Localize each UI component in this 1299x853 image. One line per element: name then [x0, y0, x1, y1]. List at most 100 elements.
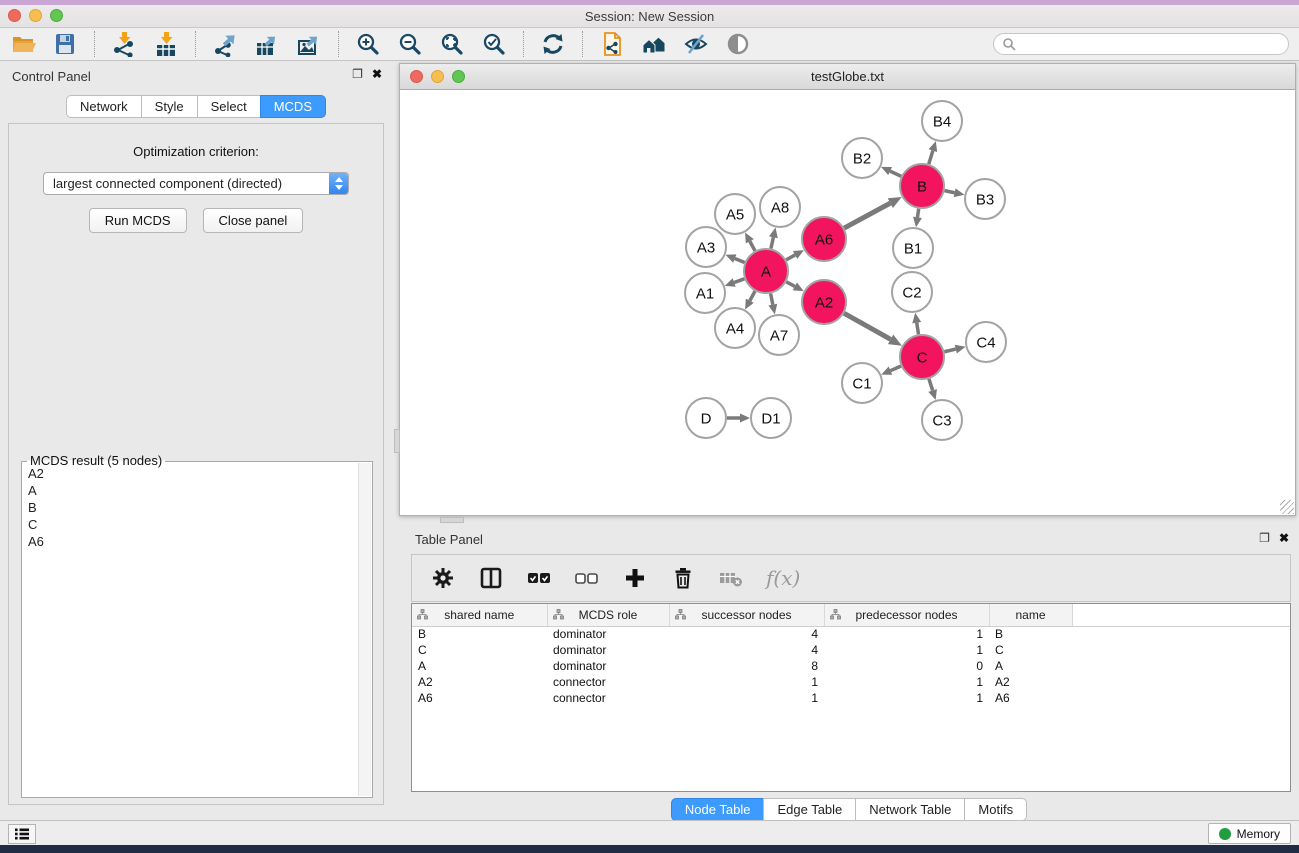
result-list-item[interactable]: C: [23, 516, 357, 533]
refresh-button[interactable]: [540, 31, 566, 57]
close-panel-icon[interactable]: ✖: [372, 68, 382, 80]
export-table-button[interactable]: [254, 31, 280, 57]
graph-node-C[interactable]: C: [900, 335, 944, 379]
network-minimize-button[interactable]: [431, 70, 444, 83]
tab-select[interactable]: Select: [197, 95, 261, 118]
network-zoom-button[interactable]: [452, 70, 465, 83]
select-all-checks-button[interactable]: [526, 565, 552, 591]
home-button[interactable]: [641, 31, 667, 57]
table-cell[interactable]: C: [989, 642, 1072, 658]
table-cell[interactable]: dominator: [547, 658, 669, 674]
tab-edge-table[interactable]: Edge Table: [763, 798, 856, 821]
float-panel-icon[interactable]: ❐: [352, 68, 363, 80]
result-list-item[interactable]: B: [23, 499, 357, 516]
graph-node-A1[interactable]: A1: [685, 273, 725, 313]
table-cell[interactable]: A2: [989, 674, 1072, 690]
zoom-fit-button[interactable]: [439, 31, 465, 57]
mcds-result-list[interactable]: A2ABCA6: [23, 465, 357, 796]
graph-node-D1[interactable]: D1: [751, 398, 791, 438]
table-cell[interactable]: connector: [547, 690, 669, 706]
hide-graphics-details-button[interactable]: [683, 31, 709, 57]
apply-function-button[interactable]: f(x): [766, 566, 800, 590]
table-cell[interactable]: C: [412, 642, 547, 658]
tab-network[interactable]: Network: [66, 95, 142, 118]
graph-node-B2[interactable]: B2: [842, 138, 882, 178]
close-window-button[interactable]: [8, 9, 21, 22]
table-cell[interactable]: 8: [669, 658, 824, 674]
close-panel-icon[interactable]: ✖: [1279, 532, 1289, 544]
graph-node-B4[interactable]: B4: [922, 101, 962, 141]
deselect-all-checks-button[interactable]: [574, 565, 600, 591]
table-cell[interactable]: 4: [669, 626, 824, 642]
show-task-history-button[interactable]: [8, 824, 36, 844]
table-cell[interactable]: 1: [669, 690, 824, 706]
graph-node-A2[interactable]: A2: [802, 280, 846, 324]
table-row[interactable]: Adominator80A: [412, 658, 1290, 674]
zoom-window-button[interactable]: [50, 9, 63, 22]
delete-table-button[interactable]: [718, 565, 744, 591]
table-cell[interactable]: A2: [412, 674, 547, 690]
tab-network-table[interactable]: Network Table: [855, 798, 965, 821]
zoom-out-button[interactable]: [397, 31, 423, 57]
table-cell[interactable]: B: [412, 626, 547, 642]
table-cell[interactable]: 1: [824, 674, 989, 690]
graph-node-C2[interactable]: C2: [892, 272, 932, 312]
table-cell[interactable]: 1: [824, 642, 989, 658]
table-row[interactable]: A2connector11A2: [412, 674, 1290, 690]
graph-node-C4[interactable]: C4: [966, 322, 1006, 362]
open-session-button[interactable]: [10, 31, 36, 57]
network-graph[interactable]: B4B2BB3A5A8A6B1A3AC2A1A2A4A7C4CC1C3DD1: [400, 90, 1295, 515]
table-cell[interactable]: dominator: [547, 626, 669, 642]
table-cell[interactable]: dominator: [547, 642, 669, 658]
network-close-button[interactable]: [410, 70, 423, 83]
table-cell[interactable]: connector: [547, 674, 669, 690]
graph-node-A7[interactable]: A7: [759, 315, 799, 355]
graph-node-D[interactable]: D: [686, 398, 726, 438]
graph-node-A8[interactable]: A8: [760, 187, 800, 227]
import-table-button[interactable]: [153, 31, 179, 57]
table-settings-button[interactable]: [430, 565, 456, 591]
zoom-in-button[interactable]: [355, 31, 381, 57]
run-mcds-button[interactable]: Run MCDS: [89, 208, 187, 233]
vertical-splitter-handle[interactable]: [394, 429, 400, 453]
import-network-button[interactable]: [111, 31, 137, 57]
minimize-window-button[interactable]: [29, 9, 42, 22]
graph-node-B1[interactable]: B1: [893, 228, 933, 268]
graph-node-A4[interactable]: A4: [715, 308, 755, 348]
float-panel-icon[interactable]: ❐: [1259, 532, 1270, 544]
table-cell[interactable]: 1: [824, 690, 989, 706]
table-row[interactable]: Cdominator41C: [412, 642, 1290, 658]
table-cell[interactable]: 1: [824, 626, 989, 642]
tab-style[interactable]: Style: [141, 95, 198, 118]
duplicate-network-button[interactable]: [599, 31, 625, 57]
column-header[interactable]: successor nodes: [669, 604, 824, 626]
table-cell[interactable]: A: [412, 658, 547, 674]
node-table[interactable]: shared nameMCDS rolesuccessor nodesprede…: [411, 603, 1291, 792]
graph-node-A6[interactable]: A6: [802, 217, 846, 261]
column-header[interactable]: name: [989, 604, 1072, 626]
save-session-button[interactable]: [52, 31, 78, 57]
result-list-item[interactable]: A6: [23, 533, 357, 550]
zoom-selected-button[interactable]: [481, 31, 507, 57]
table-cell[interactable]: 0: [824, 658, 989, 674]
memory-button[interactable]: Memory: [1208, 823, 1291, 844]
add-row-button[interactable]: [622, 565, 648, 591]
criterion-dropdown[interactable]: largest connected component (directed): [43, 172, 349, 195]
delete-rows-button[interactable]: [670, 565, 696, 591]
graph-node-A[interactable]: A: [744, 249, 788, 293]
column-header[interactable]: MCDS role: [547, 604, 669, 626]
close-panel-button[interactable]: Close panel: [203, 208, 304, 233]
table-cell[interactable]: 1: [669, 674, 824, 690]
export-network-button[interactable]: [212, 31, 238, 57]
tab-motifs[interactable]: Motifs: [964, 798, 1027, 821]
export-image-button[interactable]: [296, 31, 322, 57]
table-row[interactable]: Bdominator41B: [412, 626, 1290, 642]
result-list-item[interactable]: A: [23, 482, 357, 499]
graph-node-C3[interactable]: C3: [922, 400, 962, 440]
result-list-item[interactable]: A2: [23, 465, 357, 482]
show-graphics-details-button[interactable]: [725, 31, 751, 57]
column-layout-button[interactable]: [478, 565, 504, 591]
graph-node-B3[interactable]: B3: [965, 179, 1005, 219]
network-window-titlebar[interactable]: testGlobe.txt: [400, 64, 1295, 90]
table-cell[interactable]: B: [989, 626, 1072, 642]
